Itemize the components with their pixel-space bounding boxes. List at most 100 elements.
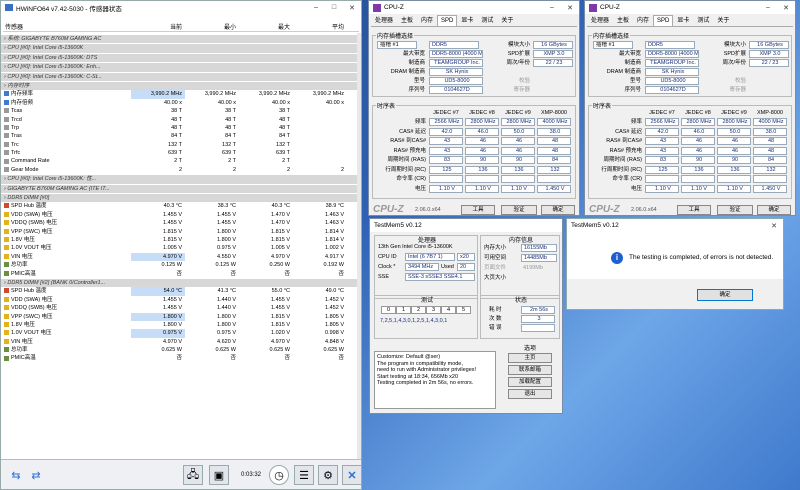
sensor-group-row[interactable]: › DDR5 DIMM [#0] (1, 194, 359, 203)
tab-0[interactable]: 处理器 (587, 15, 613, 26)
sensor-row[interactable]: 内存倍频 40.00 x 40.00 x 40.00 x 40.00 x (1, 99, 359, 107)
verify-button[interactable]: 验证 (717, 205, 753, 215)
sensor-icon (4, 245, 9, 251)
maximize-icon[interactable]: □ (325, 1, 343, 14)
sensor-name: 内存倍频 (1, 99, 131, 107)
verify-button[interactable]: 验证 (501, 205, 537, 215)
close-icon[interactable]: ✕ (777, 1, 795, 14)
slot-select[interactable]: 插槽 #1 (593, 41, 633, 49)
sensor-value: 1.455 V (271, 305, 290, 312)
sensor-row[interactable]: SPD Hub 温度 54.0 °C 41.3 °C 55.0 °C 49.0 °C (1, 287, 359, 296)
tools-button[interactable]: 工具 (677, 205, 711, 215)
col-avg[interactable]: 平均 (295, 22, 349, 31)
scrollbar[interactable] (357, 33, 361, 459)
sensor-row[interactable]: 1.8V 电压 1.800 V 1.800 V 1.815 V 1.805 V (1, 321, 359, 329)
sensor-group-row[interactable]: › GIGABYTE B760M GAMING AC (ITE IT... (1, 184, 359, 194)
ok-button[interactable]: 确定 (757, 205, 791, 215)
minimize-icon[interactable]: – (759, 1, 777, 14)
sensor-value: 1.815 V (271, 313, 290, 320)
clock-icon[interactable]: ◷ (269, 465, 289, 485)
load-config-button[interactable]: 加载配置 (508, 377, 552, 387)
sensor-row[interactable]: VPP (SWC) 电压 1.815 V 1.800 V 1.815 V 1.814 V (1, 228, 359, 236)
monitor-icon[interactable]: ▣ (209, 465, 229, 485)
tab-2[interactable]: 内存 (417, 15, 437, 26)
ok-button[interactable]: 确定 (697, 289, 753, 301)
cpuz-footer: CPU-Z 2.06.0.x64 工具 验证 确定 (585, 203, 795, 215)
sensor-group-row[interactable]: › CPU [#0]: Intel Core i5-13600K: 性... (1, 175, 359, 184)
sensor-row[interactable]: VDDQ (SWB) 电压 1.455 V 1.455 V 1.470 V 1.463 … (1, 219, 359, 227)
sensor-group-row[interactable]: › CPU [#0]: Intel Core i5-13600K: DTS (1, 53, 359, 63)
sensor-row[interactable]: VIN 电压 4.970 V 4.550 V 4.970 V 4.917 V (1, 252, 359, 262)
sensor-row[interactable]: Trc 132 T 132 T 132 T (1, 141, 359, 149)
log-box[interactable]: Customize: Default @ser) The program in c… (374, 351, 496, 409)
sensor-group-row[interactable]: › 系统: GIGABYTE B760M GAMING AC (1, 35, 359, 44)
tab-3[interactable]: SPD (653, 15, 674, 26)
tab-4[interactable]: 显卡 (673, 15, 693, 26)
sensor-name: VDDQ (SWB) 电压 (1, 304, 131, 312)
timing-value: 50.0 (717, 127, 751, 136)
ok-button[interactable]: 确定 (541, 205, 575, 215)
spd-label: SPD扩展 (723, 51, 746, 57)
sensor-row[interactable]: 总功率 0.125 W 0.125 W 0.250 W 0.192 W (1, 261, 359, 269)
col-current[interactable]: 当前 (133, 22, 187, 31)
tab-0[interactable]: 处理器 (371, 15, 397, 26)
close-x-icon[interactable]: ✕ (342, 465, 361, 485)
spd-label: 型号 (413, 78, 425, 84)
sensor-row[interactable]: 内存频率 3,990.2 MHz 3,990.2 MHz 3,990.2 MHz 3,9… (1, 90, 359, 99)
sensor-group-row[interactable]: › CPU [#0]: Intel Core i5-13600K: C-St..… (1, 72, 359, 81)
col-sensor[interactable]: 传感器 (3, 22, 133, 31)
col-min[interactable]: 最小 (187, 22, 241, 31)
tab-5[interactable]: 测试 (693, 15, 713, 26)
contact-button[interactable]: 联系邮箱 (508, 365, 552, 375)
sensor-row[interactable]: 总功率 0.625 W 0.625 W 0.625 W 0.625 W (1, 346, 359, 354)
sensor-row[interactable]: VDD (SWA) 电压 1.455 V 1.440 V 1.455 V 1.452 V (1, 296, 359, 304)
sensor-row[interactable]: Trfc 639 T 639 T 639 T (1, 149, 359, 157)
tab-6[interactable]: 关于 (497, 15, 517, 26)
sensor-row[interactable]: SPD Hub 温度 40.3 °C 38.3 °C 40.3 °C 38.9 °C (1, 202, 359, 210)
home-button[interactable]: 主页 (508, 353, 552, 363)
tab-1[interactable]: 主板 (397, 15, 417, 26)
tab-4[interactable]: 显卡 (457, 15, 477, 26)
close-icon[interactable]: ✕ (765, 219, 783, 232)
report-icon[interactable]: ☰ (294, 465, 314, 485)
sensor-row[interactable]: 1.0V VOUT 电压 1.005 V 0.975 V 1.005 V 1.002 V (1, 244, 359, 252)
sensor-row[interactable]: 1.8V 电压 1.815 V 1.800 V 1.815 V 1.814 V (1, 236, 359, 244)
tab-3[interactable]: SPD (437, 15, 458, 26)
sensor-value: 1.455 V (163, 220, 182, 227)
tab-1[interactable]: 主板 (613, 15, 633, 26)
col-max[interactable]: 最大 (241, 22, 295, 31)
sensor-row[interactable]: Trcd 48 T 48 T 48 T (1, 116, 359, 124)
sensor-row[interactable]: Tras 84 T 84 T 84 T (1, 132, 359, 140)
network-icon[interactable]: 🖧 (183, 465, 203, 485)
sensor-row[interactable]: Command Rate 2 T 2 T 2 T (1, 157, 359, 165)
sensor-row[interactable]: VDDQ (SWB) 电压 1.455 V 1.440 V 1.455 V 1.452 … (1, 304, 359, 312)
close-icon[interactable]: ✕ (343, 1, 361, 14)
sensor-row[interactable]: VPP (SWC) 电压 1.800 V 1.800 V 1.815 V 1.805 V (1, 312, 359, 321)
exit-button[interactable]: 退出 (508, 389, 552, 399)
sensor-group-row[interactable]: › DDR5 DIMM [#2] (BANK 0/Controller1... (1, 278, 359, 288)
sensor-table[interactable]: › 系统: GIGABYTE B760M GAMING AC › CPU [#0]… (1, 34, 359, 459)
timing-value: 43 (645, 137, 679, 145)
sensor-row[interactable]: PMIC高温 否 否 否 否 (1, 354, 359, 362)
sensor-row[interactable]: VDD (SWA) 电压 1.455 V 1.455 V 1.470 V 1.463 V (1, 211, 359, 219)
tab-6[interactable]: 关于 (713, 15, 733, 26)
sensor-group-row[interactable]: › CPU [#0]: Intel Core i5-13600K (1, 44, 359, 53)
sensor-row[interactable]: Trp 48 T 48 T 48 T (1, 124, 359, 132)
sensor-row[interactable]: PMIC高温 否 否 否 否 (1, 270, 359, 278)
settings-icon[interactable]: ⚙ (318, 465, 338, 485)
arrows-swap-icon[interactable]: ⇄ (26, 465, 46, 485)
sensor-group-row[interactable]: › CPU [#0]: Intel Core i5-13600K: Enh... (1, 63, 359, 72)
close-icon[interactable]: ✕ (561, 1, 579, 14)
sensor-group-row[interactable]: › 内存时序 (1, 81, 359, 91)
tab-5[interactable]: 测试 (477, 15, 497, 26)
sensor-row[interactable]: Gear Mode 2 2 2 2 (1, 166, 359, 174)
sensor-row[interactable]: VIN 电压 4.970 V 4.620 V 4.970 V 4.848 V (1, 338, 359, 346)
sensor-row[interactable]: Tcas 38 T 38 T 38 T (1, 107, 359, 115)
slot-select[interactable]: 插槽 #1 (377, 41, 417, 49)
sensor-row[interactable]: 1.0V VOUT 电压 0.975 V 0.975 V 1.020 V 0.998 V (1, 329, 359, 338)
tools-button[interactable]: 工具 (461, 205, 495, 215)
tab-2[interactable]: 内存 (633, 15, 653, 26)
minimize-icon[interactable]: – (307, 1, 325, 14)
minimize-icon[interactable]: – (543, 1, 561, 14)
arrows-left-right-icon[interactable]: ⇆ (6, 465, 26, 485)
